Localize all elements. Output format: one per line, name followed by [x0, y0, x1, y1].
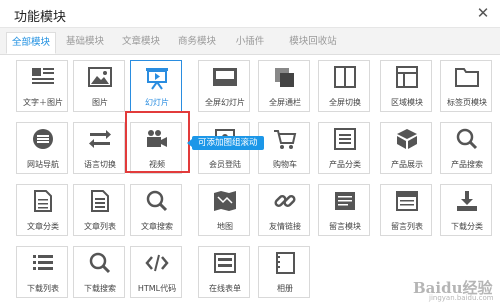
module-label: 产品搜索 [451, 160, 483, 169]
module-label: HTML代码 [137, 284, 177, 293]
module-label: 地图 [217, 222, 233, 231]
text-image-icon [17, 65, 69, 95]
tab-widgets[interactable]: 小插件 [230, 32, 270, 54]
album-icon [259, 251, 311, 281]
shopping-cart-icon [259, 127, 311, 157]
module-online-form[interactable]: 在线表单 [198, 246, 250, 298]
module-fullscreen-switch[interactable]: 全屏切换 [318, 60, 370, 112]
module-product-display[interactable]: 产品展示 [380, 122, 432, 174]
module-html-code[interactable]: HTML代码 [130, 246, 182, 298]
module-label: 标签页模块 [447, 98, 487, 107]
article-search-icon [131, 189, 183, 219]
module-album[interactable]: 相册 [258, 246, 310, 298]
product-category-icon [319, 127, 371, 157]
fullscreen-slideshow-icon [199, 65, 251, 95]
module-label: 下载搜索 [84, 284, 116, 293]
module-label: 文字＋图片 [23, 98, 63, 107]
module-product-search[interactable]: 产品搜索 [440, 122, 492, 174]
module-article-search[interactable]: 文章搜索 [130, 184, 182, 236]
module-label: 购物车 [273, 160, 297, 169]
module-slideshow[interactable]: 幻灯片 [130, 60, 182, 112]
map-icon [199, 189, 251, 219]
module-label: 幻灯片 [145, 98, 169, 107]
tab-all-modules[interactable]: 全部模块 [6, 32, 56, 54]
product-display-icon [381, 127, 433, 157]
module-fullscreen-slideshow[interactable]: 全屏幻灯片 [198, 60, 250, 112]
baidu-watermark: Baidu经验 jingyan.baidu.com [395, 277, 495, 303]
module-label: 网站导航 [27, 160, 59, 169]
article-list-icon [74, 189, 126, 219]
watermark-subtext: jingyan.baidu.com [429, 294, 494, 302]
slideshow-icon [131, 65, 183, 95]
module-site-nav[interactable]: 网站导航 [16, 122, 68, 174]
module-label: 会员登陆 [209, 160, 241, 169]
module-label: 区域模块 [391, 98, 423, 107]
message-module-icon [319, 189, 371, 219]
module-label: 产品分类 [329, 160, 361, 169]
product-search-icon [441, 127, 493, 157]
module-label: 在线表单 [209, 284, 241, 293]
html-code-icon [131, 251, 183, 281]
module-grid: 文字＋图片 图片 幻灯片 全屏幻灯片 全屏通栏 全屏切换 区域模块 标签页模块 … [0, 55, 500, 308]
slideshow-tooltip: 可添加图组滚动 [187, 136, 264, 150]
fullscreen-switch-icon [319, 65, 371, 95]
module-image[interactable]: 图片 [73, 60, 125, 112]
friend-link-icon [259, 189, 311, 219]
module-label: 相册 [277, 284, 293, 293]
module-fullscreen-banner[interactable]: 全屏通栏 [258, 60, 310, 112]
module-download-list[interactable]: 下载列表 [16, 246, 68, 298]
download-list-icon [17, 251, 69, 281]
module-label: 友情链接 [269, 222, 301, 231]
module-label: 全屏幻灯片 [205, 98, 245, 107]
dialog-title: 功能模块 [14, 10, 67, 25]
module-label: 下载分类 [451, 222, 483, 231]
selection-highlight-box [125, 111, 190, 173]
module-label: 产品展示 [391, 160, 423, 169]
message-list-icon [381, 189, 433, 219]
module-message[interactable]: 留言模块 [318, 184, 370, 236]
tab-basic-modules[interactable]: 基础模块 [60, 32, 110, 54]
module-label: 文章搜索 [141, 222, 173, 231]
download-search-icon [74, 251, 126, 281]
module-label: 全屏通栏 [269, 98, 301, 107]
tab-article-modules[interactable]: 文章模块 [116, 32, 166, 54]
module-map[interactable]: 地图 [198, 184, 250, 236]
module-article-category[interactable]: 文章分类 [16, 184, 68, 236]
module-download-category[interactable]: 下载分类 [440, 184, 492, 236]
image-icon [74, 65, 126, 95]
module-label: 下载列表 [27, 284, 59, 293]
tab-business-modules[interactable]: 商务模块 [172, 32, 222, 54]
module-label: 图片 [92, 98, 108, 107]
module-message-list[interactable]: 留言列表 [380, 184, 432, 236]
module-product-category[interactable]: 产品分类 [318, 122, 370, 174]
module-download-search[interactable]: 下载搜索 [73, 246, 125, 298]
module-friend-link[interactable]: 友情链接 [258, 184, 310, 236]
download-category-icon [441, 189, 493, 219]
module-label: 留言列表 [391, 222, 423, 231]
module-label: 文章列表 [84, 222, 116, 231]
language-switch-icon [74, 127, 126, 157]
module-tabs: 全部模块 基础模块 文章模块 商务模块 小插件 模块回收站 [0, 28, 500, 55]
module-language-switch[interactable]: 语言切换 [73, 122, 125, 174]
module-label: 留言模块 [329, 222, 361, 231]
module-text-image[interactable]: 文字＋图片 [16, 60, 68, 112]
site-nav-icon [17, 127, 69, 157]
close-icon[interactable]: ✕ [474, 4, 492, 22]
article-category-icon [17, 189, 69, 219]
module-label: 文章分类 [27, 222, 59, 231]
online-form-icon [199, 251, 251, 281]
module-shopping-cart[interactable]: 购物车 [258, 122, 310, 174]
region-module-icon [381, 65, 433, 95]
tab-page-icon [441, 65, 493, 95]
module-label: 语言切换 [84, 160, 116, 169]
dialog-titlebar: 功能模块 ✕ [0, 0, 500, 28]
tab-recycle-bin[interactable]: 模块回收站 [282, 32, 344, 54]
module-label: 全屏切换 [329, 98, 361, 107]
module-article-list[interactable]: 文章列表 [73, 184, 125, 236]
module-tab-page[interactable]: 标签页模块 [440, 60, 492, 112]
fullscreen-banner-icon [259, 65, 311, 95]
module-region[interactable]: 区域模块 [380, 60, 432, 112]
